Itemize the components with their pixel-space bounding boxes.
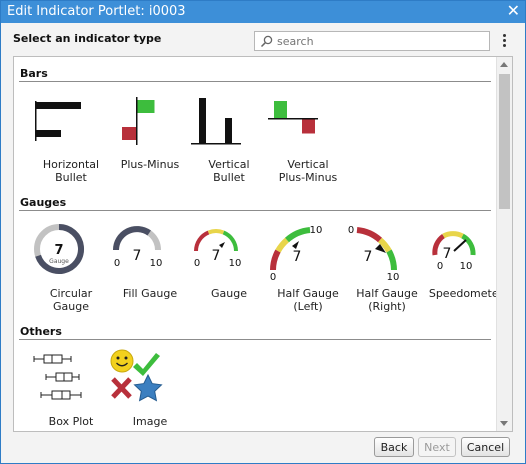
vertical-bullet-icon [191,98,241,145]
search-icon [260,35,273,48]
gauge-icon: 7 0 10 [194,229,242,269]
gauge-max: 10 [229,258,242,269]
scroll-up-icon[interactable] [500,62,508,67]
red-x-icon [111,377,132,399]
image-icon [110,349,163,402]
dialog-window: Edit Indicator Portlet: i0003 ✕ Select a… [0,0,526,464]
section-divider [19,81,491,82]
gauge-value: 7 [443,246,452,262]
search-box[interactable] [254,31,490,51]
gauge-value: 7 [54,243,63,258]
gauge-max: 10 [150,258,163,269]
gauge-max: 10 [387,272,400,282]
gauge-min: 0 [114,258,120,269]
gauge-min: 0 [348,225,354,236]
vertical-scrollbar[interactable] [496,57,512,431]
section-divider [19,210,491,211]
more-options-icon[interactable] [500,33,508,49]
gauge-value: 7 [133,248,142,264]
section-divider [19,339,491,340]
gauge-caption: Gauge [49,258,69,265]
section-title-bars: Bars [20,67,48,80]
gauge-min: 0 [194,258,200,269]
tile-label: Image [132,415,168,428]
scroll-down-icon[interactable] [500,421,508,426]
close-icon[interactable]: ✕ [507,2,520,20]
gauge-max: 10 [460,261,473,272]
half-gauge-right-icon: 7 0 10 [348,225,400,282]
page-heading: Select an indicator type [13,32,162,45]
gauge-value: 7 [212,248,221,264]
vertical-plus-minus-icon [268,101,318,134]
gauge-min: 0 [437,261,443,272]
cancel-button[interactable]: Cancel [461,437,510,457]
gauge-max: 10 [310,225,323,236]
gauge-value: 7 [293,249,302,265]
tile-label: (Right) [368,300,406,313]
next-button[interactable]: Next [418,437,456,457]
circular-gauge-icon: 7 Gauge [34,224,85,274]
gauge-value: 7 [364,249,373,265]
smiley-icon [110,349,134,373]
title-bar[interactable]: Edit Indicator Portlet: i0003 ✕ [1,1,525,23]
tile-label: Bullet [55,171,87,184]
back-button[interactable]: Back [374,437,414,457]
indicator-type-list[interactable]: Bars Horizontal Bullet Plus-Minus Vertic… [13,56,513,432]
tile-label: Plus-Minus [278,171,338,184]
star-icon [133,373,163,402]
plus-minus-icon [122,97,155,145]
checkmark-icon [133,353,160,376]
tile-label: Vertical [287,158,329,171]
tile-label: Gauge [53,300,89,313]
search-input[interactable] [277,34,485,48]
horizontal-bullet-icon [35,101,81,141]
scroll-thumb[interactable] [499,74,510,209]
box-plot-icon [33,354,82,400]
window-title: Edit Indicator Portlet: i0003 [7,4,186,19]
gauge-min: 0 [270,272,276,282]
speedometer-icon: 7 0 10 [432,231,476,272]
fill-gauge-icon: 7 0 10 [113,226,163,269]
section-title-others: Others [20,325,62,338]
half-gauge-left-icon: 7 0 10 [270,225,323,282]
section-title-gauges: Gauges [20,196,67,209]
